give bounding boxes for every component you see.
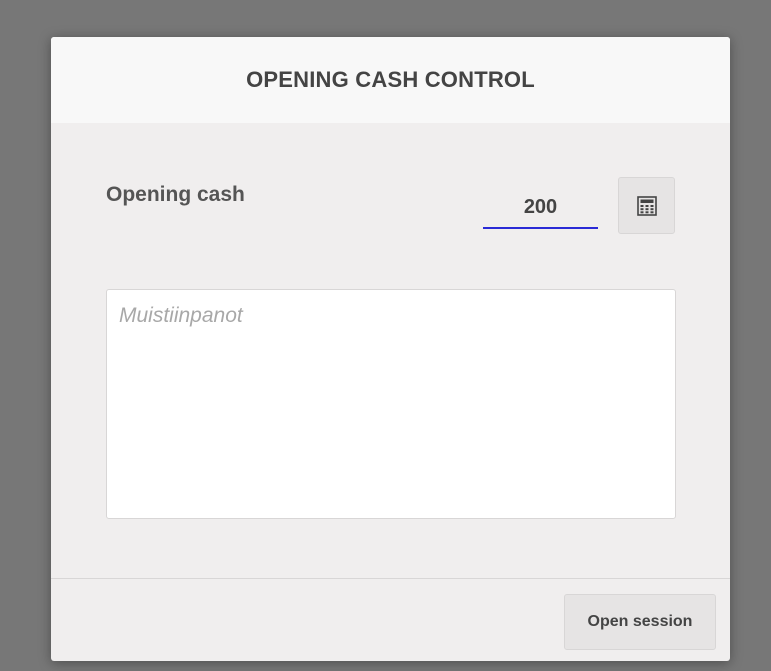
opening-cash-label: Opening cash xyxy=(106,183,245,206)
opening-cash-dialog: OPENING CASH CONTROL Opening cash Open s… xyxy=(51,37,730,661)
dialog-title: OPENING CASH CONTROL xyxy=(246,67,535,92)
opening-cash-row: Opening cash xyxy=(106,177,676,237)
calculator-icon xyxy=(636,195,657,216)
opening-cash-input[interactable] xyxy=(483,187,598,229)
notes-textarea[interactable] xyxy=(106,289,676,519)
open-session-button[interactable]: Open session xyxy=(564,594,716,650)
dialog-header: OPENING CASH CONTROL xyxy=(51,37,730,123)
footer-divider xyxy=(51,578,730,579)
calculator-button[interactable] xyxy=(618,177,675,234)
